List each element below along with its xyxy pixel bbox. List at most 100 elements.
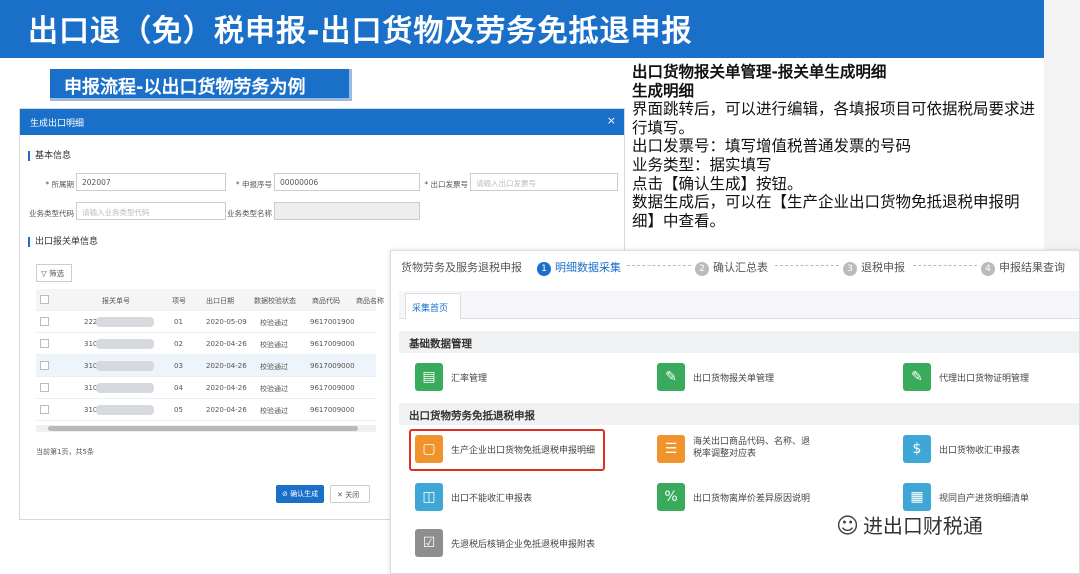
row-checkbox[interactable]: [40, 383, 49, 392]
biztype-code-label: 业务类型代码: [29, 209, 74, 218]
pager-text: 当前第1页，共5条: [36, 448, 94, 456]
step-1[interactable]: 1 明细数据采集: [537, 259, 621, 276]
invoice-input[interactable]: 请输入出口发票号: [470, 173, 618, 191]
col-header: 商品代码: [312, 297, 340, 305]
cell-status: 校验通过: [260, 385, 288, 393]
cell-date: 2020-04-26: [206, 384, 247, 392]
highlight-box: [409, 429, 605, 471]
table-row[interactable]: 310 02 2020-04-26 校验通过 9617009000: [36, 333, 376, 355]
table-row[interactable]: 310 04 2020-04-26 校验通过 9617009000: [36, 377, 376, 399]
item-label: 出口不能收汇申报表: [451, 494, 533, 504]
cell-item: 03: [174, 362, 183, 370]
section-basic-info: 基本信息: [28, 151, 71, 161]
biztype-name-label: 业务类型名称: [227, 209, 272, 218]
cell-date: 2020-04-26: [206, 340, 247, 348]
book-icon: ▤: [415, 363, 443, 391]
step-4[interactable]: 4 申报结果查询: [981, 259, 1065, 276]
cell-code: 9617009000: [310, 362, 355, 370]
col-header: 出口日期: [206, 297, 234, 305]
page-title: 出口退（免）税申报-出口货物及劳务免抵退申报: [28, 14, 693, 49]
col-header: 项号: [172, 297, 186, 305]
cell-item: 02: [174, 340, 183, 348]
description-line: 数据生成后，可以在【生产企业出口货物免抵退税申报明细】中查看。: [632, 193, 1020, 230]
description-heading: 出口货物报关单管理-报关单生成明细: [632, 63, 887, 81]
cell-status: 校验通过: [260, 341, 288, 349]
item-hs-code-table[interactable]: ☰ 海关出口商品代码、名称、退税率调整对应表: [657, 433, 857, 467]
document-icon: ✎: [657, 363, 685, 391]
dialog-title: 生成出口明细: [30, 119, 85, 129]
confirm-generate-button[interactable]: ⊘ 确认生成: [276, 485, 324, 503]
cell-item: 04: [174, 384, 183, 392]
seq-input[interactable]: 00000006: [274, 173, 420, 191]
item-refund-first-schedule[interactable]: ☑ 先退税后核销企业免抵退税申报附表: [415, 527, 655, 561]
cell-date: 2020-05-09: [206, 318, 247, 326]
row-checkbox[interactable]: [40, 361, 49, 370]
cell-date: 2020-04-26: [206, 362, 247, 370]
description-line: 点击【确认生成】按钮。: [632, 174, 803, 193]
item-receipt-report[interactable]: $ 出口货物收汇申报表: [903, 433, 1073, 467]
blurred-number: [96, 361, 154, 371]
step-connector: [627, 265, 691, 266]
step-number: 1: [537, 262, 551, 276]
item-fob-diff[interactable]: % 出口货物离岸价差异原因说明: [657, 481, 857, 515]
blurred-number: [96, 383, 154, 393]
item-agent-cert[interactable]: ✎ 代理出口货物证明管理: [903, 361, 1073, 395]
table-row[interactable]: 310 03 2020-04-26 校验通过 9617009000: [36, 355, 376, 377]
item-label: 先退税后核销企业免抵退税申报附表: [451, 540, 596, 550]
period-label: * 所属期: [45, 180, 74, 189]
item-label: 代理出口货物证明管理: [939, 374, 1030, 384]
item-no-receipt[interactable]: ◫ 出口不能收汇申报表: [415, 481, 615, 515]
step-connector: [913, 265, 977, 266]
horizontal-scrollbar[interactable]: [36, 425, 376, 432]
checklist-icon: ☑: [415, 529, 443, 557]
table-row[interactable]: 222 01 2020-05-09 校验通过 9617001900: [36, 311, 376, 333]
step-number: 2: [695, 262, 709, 276]
cell-code: 9617009000: [310, 406, 355, 414]
cell-status: 校验通过: [260, 407, 288, 415]
table-row[interactable]: 310 05 2020-04-26 校验通过 9617009000: [36, 399, 376, 421]
scroll-thumb[interactable]: [48, 426, 358, 431]
tab-collect-home[interactable]: 采集首页: [405, 293, 461, 319]
title-bar: 出口退（免）税申报-出口货物及劳务免抵退申报: [0, 0, 1044, 58]
period-input[interactable]: 202007: [76, 173, 226, 191]
description-line: 业务类型：据实填写: [632, 155, 772, 174]
item-label: 海关出口商品代码、名称、退税率调整对应表: [693, 437, 811, 459]
step-3[interactable]: 3 退税申报: [843, 259, 905, 276]
tab-strip: 采集首页: [399, 291, 1079, 319]
list-icon: ☰: [657, 435, 685, 463]
customs-table: 报关单号 项号 出口日期 数据校验状态 商品代码 商品名称 222 01 202…: [36, 289, 384, 421]
wechat-icon: ☺: [836, 514, 859, 539]
dialog-header: 生成出口明细 ×: [20, 109, 624, 135]
seq-label: * 申报序号: [235, 180, 272, 189]
select-all-checkbox[interactable]: [40, 295, 49, 304]
filter-button[interactable]: ▽ 筛选: [36, 264, 72, 282]
item-label: 汇率管理: [451, 374, 488, 384]
col-header: 报关单号: [102, 297, 130, 305]
group-export-declaration: 出口货物劳务免抵退税申报: [399, 403, 1079, 425]
description-line: 出口发票号：填写增值税普通发票的号码: [632, 137, 912, 156]
step-number: 4: [981, 262, 995, 276]
close-icon[interactable]: ×: [607, 114, 616, 127]
cell-status: 校验通过: [260, 363, 288, 371]
subtitle: 申报流程-以出口货物劳务为例: [64, 77, 306, 98]
item-customs-decl[interactable]: ✎ 出口货物报关单管理: [657, 361, 857, 395]
item-label: 出口货物报关单管理: [693, 374, 775, 384]
description-subheading: 生成明细: [632, 81, 695, 100]
cell-code: 9617009000: [310, 384, 355, 392]
step-2[interactable]: 2 确认汇总表: [695, 259, 768, 276]
blurred-number: [96, 339, 154, 349]
description: 出口货物报关单管理-报关单生成明细 生成明细 界面跳转后，可以进行编辑，各填报项…: [632, 63, 1042, 230]
item-label: 出口货物离岸价差异原因说明: [693, 494, 811, 504]
cell-item: 05: [174, 406, 183, 414]
col-header: 商品名称: [356, 297, 384, 305]
row-checkbox[interactable]: [40, 405, 49, 414]
row-checkbox[interactable]: [40, 339, 49, 348]
item-label: 视同自产进货明细清单: [939, 494, 1030, 504]
row-checkbox[interactable]: [40, 317, 49, 326]
close-button[interactable]: ✕ 关闭: [330, 485, 370, 503]
cell-item: 01: [174, 318, 183, 326]
item-exchange-rate[interactable]: ▤ 汇率管理: [415, 361, 615, 395]
bag-icon: ◫: [415, 483, 443, 511]
biztype-code-input[interactable]: 请输入业务类型代码: [76, 202, 226, 220]
subtitle-box: 申报流程-以出口货物劳务为例: [50, 69, 352, 101]
